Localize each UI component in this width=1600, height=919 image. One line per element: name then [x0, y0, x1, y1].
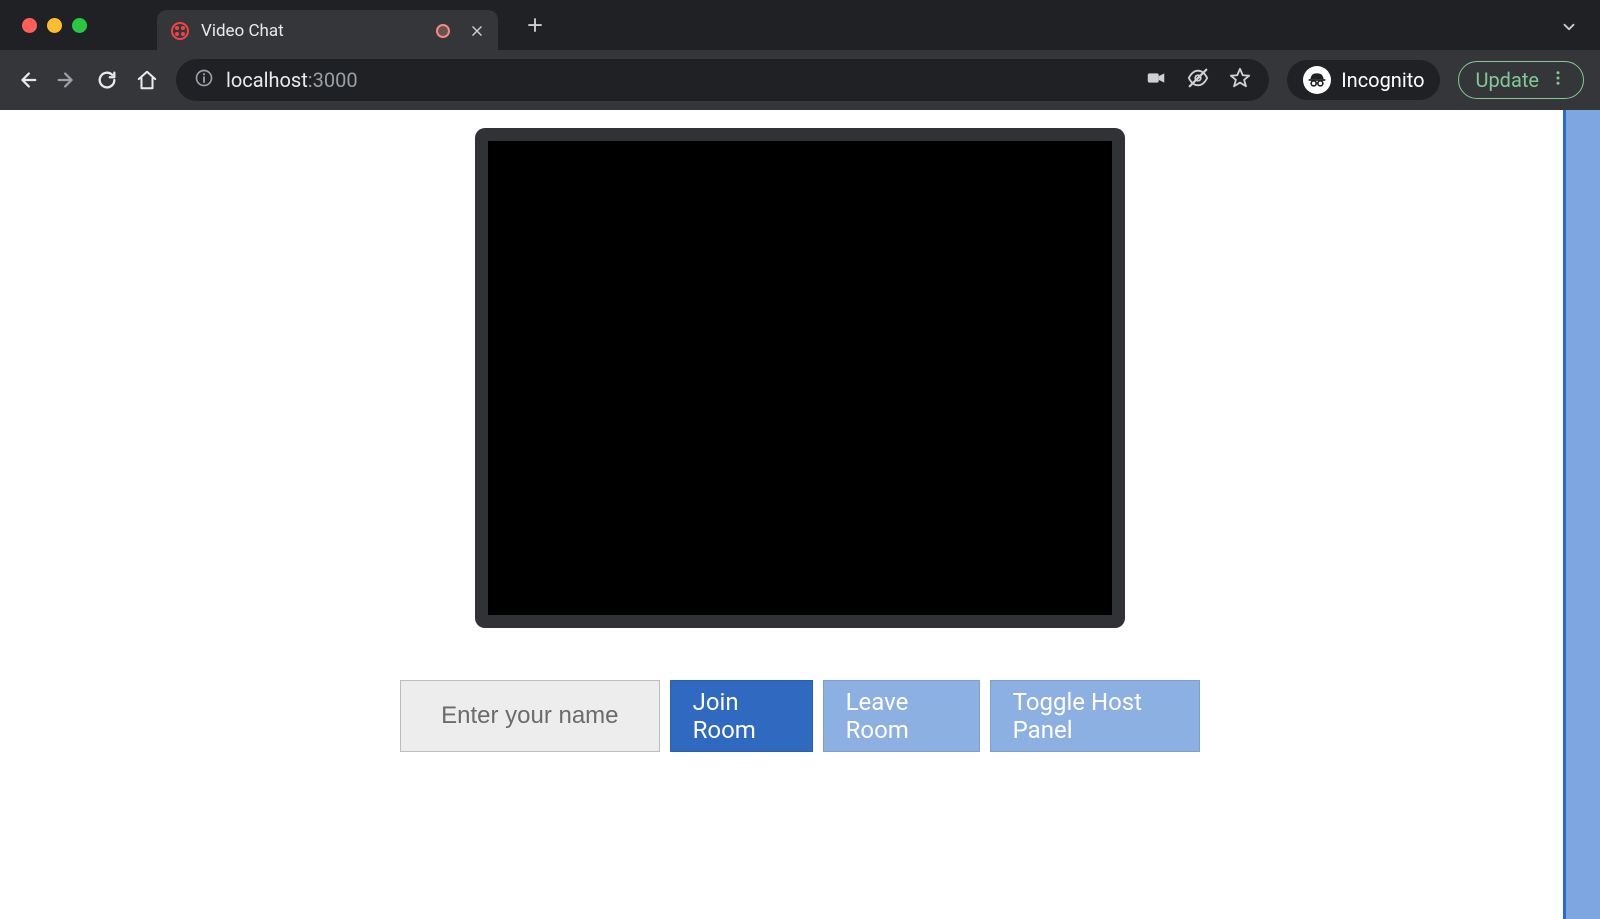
url-port: :3000: [308, 68, 358, 92]
browser-chrome: Video Chat l: [0, 0, 1600, 110]
reload-button[interactable]: [96, 69, 118, 91]
update-label: Update: [1475, 68, 1539, 92]
name-input[interactable]: [401, 702, 659, 730]
toggle-host-panel-button[interactable]: Toggle Host Panel: [990, 680, 1200, 752]
window-controls: [0, 18, 87, 33]
leave-room-button[interactable]: Leave Room: [823, 680, 980, 752]
window-minimize-button[interactable]: [47, 18, 62, 33]
back-button[interactable]: [16, 69, 38, 91]
forward-button[interactable]: [56, 69, 78, 91]
url-text: localhost:3000: [226, 68, 358, 92]
title-bar: Video Chat: [0, 0, 1600, 50]
browser-tab[interactable]: Video Chat: [157, 10, 498, 52]
video-preview: [488, 141, 1112, 615]
join-room-button[interactable]: Join Room: [670, 680, 813, 752]
video-preview-frame: [475, 128, 1125, 628]
controls-row: Join Room Leave Room Toggle Host Panel: [400, 680, 1200, 752]
tracking-protection-icon[interactable]: [1187, 67, 1209, 94]
tab-favicon-icon: [171, 22, 189, 40]
menu-icon: [1549, 68, 1567, 92]
site-info-icon[interactable]: [194, 68, 214, 93]
incognito-label: Incognito: [1341, 68, 1424, 92]
name-input-wrapper: [400, 680, 660, 752]
address-bar[interactable]: localhost:3000: [176, 59, 1269, 101]
update-button[interactable]: Update: [1458, 61, 1584, 99]
window-close-button[interactable]: [22, 18, 37, 33]
window-maximize-button[interactable]: [72, 18, 87, 33]
incognito-icon: [1303, 66, 1331, 94]
side-panel-strip[interactable]: [1566, 110, 1600, 919]
tab-title: Video Chat: [201, 21, 284, 41]
recording-indicator-icon: [436, 24, 450, 38]
camera-indicator-icon[interactable]: [1145, 67, 1167, 94]
home-button[interactable]: [136, 69, 158, 91]
close-tab-button[interactable]: [470, 24, 484, 38]
tab-list-dropdown[interactable]: [1560, 18, 1578, 40]
new-tab-button[interactable]: [526, 16, 544, 34]
page-viewport: Join Room Leave Room Toggle Host Panel: [0, 110, 1600, 919]
incognito-indicator[interactable]: Incognito: [1287, 60, 1440, 100]
bookmark-icon[interactable]: [1229, 67, 1251, 94]
url-host: localhost: [226, 68, 308, 92]
omnibox-actions: [1145, 67, 1251, 94]
browser-toolbar: localhost:3000 Incognito Update: [0, 50, 1600, 110]
